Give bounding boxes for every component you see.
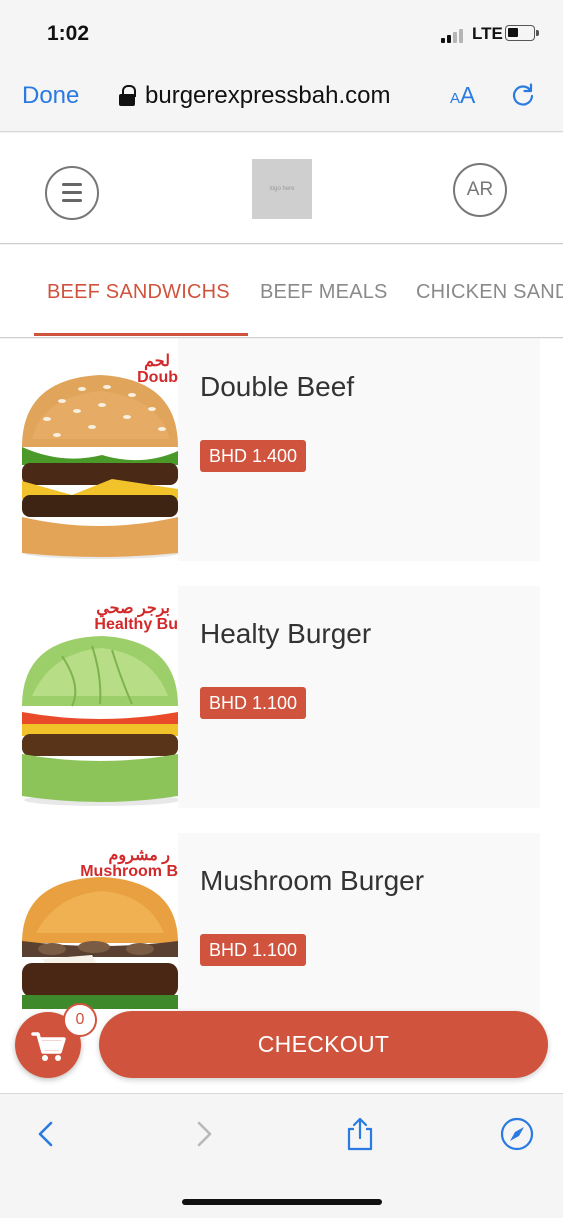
product-card[interactable]: برجر صحي Healthy Bu Healty Burger BHD 1.… <box>22 586 540 808</box>
product-card[interactable]: لحم Doub Double Beef BHD 1.400 <box>22 339 540 561</box>
product-image: برجر صحي Healthy Bu <box>22 586 178 808</box>
product-image-label-ar: لحم <box>144 353 170 370</box>
product-image: لحم Doub <box>22 339 178 561</box>
status-time: 1:02 <box>47 22 90 45</box>
price-badge: BHD 1.100 <box>200 687 307 719</box>
language-toggle-button[interactable]: AR <box>453 163 507 217</box>
checkout-button[interactable]: CHECKOUT <box>99 1011 548 1078</box>
price-badge: BHD 1.400 <box>200 440 307 472</box>
text-size-button[interactable]: AA <box>450 82 475 109</box>
cart-count-badge: 0 <box>63 1003 97 1037</box>
browser-bar: Done burgerexpressbah.com AA <box>0 60 563 132</box>
back-icon[interactable] <box>30 1117 64 1151</box>
site-header: logo here AR <box>0 133 563 244</box>
product-image-label-en: Doub <box>137 369 178 386</box>
price-badge: BHD 1.100 <box>200 934 307 966</box>
tab-beef-sandwichs[interactable]: BEEF SANDWICHS <box>47 281 230 304</box>
url-text: burgerexpressbah.com <box>145 82 391 109</box>
product-image-label-en: Mushroom B <box>80 863 178 880</box>
product-image-label-en: Healthy Bu <box>94 616 178 633</box>
forward-icon[interactable] <box>186 1117 220 1151</box>
lock-icon <box>119 85 137 107</box>
done-button[interactable]: Done <box>22 82 79 110</box>
compass-icon[interactable] <box>500 1117 534 1151</box>
active-tab-indicator <box>34 333 248 336</box>
reload-icon[interactable] <box>510 82 536 108</box>
status-bar: 1:02 LTE <box>0 0 563 60</box>
tab-chicken-sandwichs[interactable]: CHICKEN SANDWICHS <box>416 281 563 304</box>
share-icon[interactable] <box>343 1117 377 1151</box>
category-tabs: BEEF SANDWICHS BEEF MEALS CHICKEN SANDWI… <box>0 245 563 338</box>
product-name: Double Beef <box>200 371 355 402</box>
url-field[interactable]: burgerexpressbah.com <box>119 82 390 110</box>
product-list: لحم Doub Double Beef BHD 1.400 برجر صحي … <box>0 339 563 1099</box>
signal-icon <box>441 27 467 43</box>
product-name: Mushroom Burger <box>200 865 425 896</box>
network-label: LTE <box>472 24 503 43</box>
home-indicator <box>182 1199 382 1205</box>
tab-beef-meals[interactable]: BEEF MEALS <box>260 281 388 304</box>
menu-button[interactable] <box>45 166 99 220</box>
battery-icon <box>505 25 539 41</box>
product-image-label-ar: ر مشروم <box>108 847 170 864</box>
product-image-label-ar: برجر صحي <box>96 600 170 617</box>
logo[interactable]: logo here <box>252 159 312 219</box>
product-name: Healty Burger <box>200 618 372 649</box>
